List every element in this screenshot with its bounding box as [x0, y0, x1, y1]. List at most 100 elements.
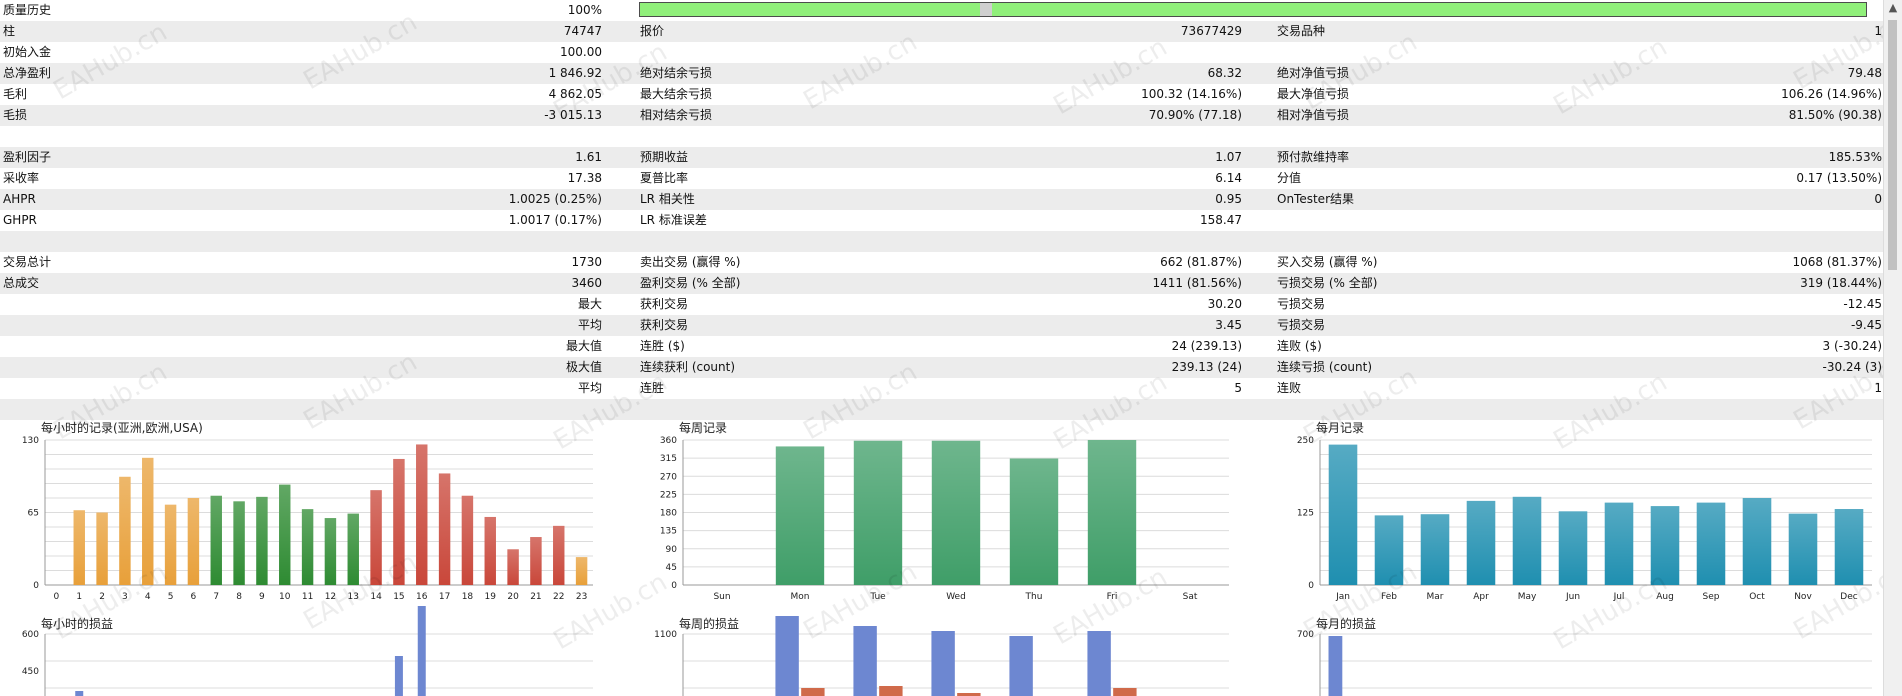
- stats-value-2: 100.32 (14.16%): [1141, 87, 1242, 101]
- stats-row: 柱 74747 报价 73677429 交易品种 1: [0, 21, 1884, 42]
- x-tick-label: 19: [485, 592, 497, 602]
- chart-bar-shine: [1696, 502, 1726, 585]
- y-tick-label: 0: [671, 581, 677, 591]
- scrollbar-thumb[interactable]: [1888, 20, 1897, 270]
- y-tick-label: 360: [660, 436, 677, 446]
- stats-value-1: 3460: [571, 276, 602, 290]
- stats-value-2: 3.45: [1215, 318, 1242, 332]
- x-tick-label: 21: [530, 592, 541, 602]
- stats-label-1: 盈利因子: [3, 150, 52, 164]
- vertical-scrollbar[interactable]: ▲: [1883, 0, 1902, 696]
- scroll-up-arrow-icon[interactable]: ▲: [1884, 0, 1902, 16]
- stats-value-2: 1.07: [1215, 150, 1242, 164]
- y-tick-label: 90: [666, 545, 678, 555]
- x-tick-label: Tue: [869, 592, 886, 602]
- x-tick-label: 20: [507, 592, 519, 602]
- stats-value-1: 1730: [571, 255, 602, 269]
- y-tick-label: 65: [28, 509, 39, 519]
- x-tick-label: Jan: [1335, 592, 1350, 602]
- stats-label-2: 连续获利 (count): [640, 360, 736, 374]
- y-tick-label: 700: [1297, 630, 1314, 640]
- stats-label-2: LR 标准误差: [640, 213, 707, 227]
- stats-label-3: 连败: [1277, 381, 1302, 395]
- chart-bar-shine: [1558, 511, 1588, 585]
- stats-value-1: 74747: [563, 24, 602, 38]
- stats-label-3: 最大净值亏损: [1277, 87, 1350, 101]
- chart-bar: [1087, 631, 1111, 696]
- x-tick-label: 9: [259, 592, 265, 602]
- stats-value-3: -9.45: [1850, 318, 1882, 332]
- stats-value-2: 68.32: [1207, 66, 1242, 80]
- quality-progress-fill: [640, 3, 1866, 16]
- stats-label-1: 毛损: [3, 108, 28, 122]
- stats-row: 极大值 连续获利 (count) 239.13 (24) 连续亏损 (count) -3…: [0, 357, 1884, 378]
- chart-bar-shine: [1328, 444, 1358, 585]
- stats-value-1: 1.0025 (0.25%): [508, 192, 602, 206]
- stats-label-2: 相对结余亏损: [640, 108, 713, 122]
- stats-value-2: 24 (239.13): [1171, 339, 1242, 353]
- chart-bar: [775, 616, 799, 696]
- chart-bar-shine: [1466, 500, 1496, 585]
- stats-row: 最大 获利交易 30.20 亏损交易 -12.45: [0, 294, 1884, 315]
- stats-value-1: -3 015.13: [544, 108, 602, 122]
- stats-value-3: -30.24 (3): [1822, 360, 1883, 374]
- stats-value-3: 0.17 (13.50%): [1796, 171, 1882, 185]
- stats-value-2: 1411 (81.56%): [1152, 276, 1242, 290]
- chart-bar-shine: [853, 440, 903, 585]
- y-tick-label: 180: [660, 509, 677, 519]
- stats-row: 总成交 3460 盈利交易 (% 全部) 1411 (81.56%) 亏损交易 (% 全…: [0, 273, 1884, 294]
- x-tick-label: Mon: [791, 592, 810, 602]
- stats-value-2: 158.47: [1200, 213, 1242, 227]
- quality-label: 质量历史: [3, 3, 52, 17]
- stats-label-3: 绝对净值亏损: [1277, 66, 1350, 80]
- stats-value-1: 1.61: [575, 150, 602, 164]
- stats-label-1: 毛利: [3, 87, 28, 101]
- stats-label-1: 最大值: [565, 339, 602, 353]
- chart-bar-shine: [484, 516, 496, 585]
- y-tick-label: 125: [1297, 509, 1314, 519]
- chart-bar-shine: [931, 440, 981, 585]
- quality-value: 100%: [567, 3, 602, 17]
- chart-bar-shine: [1604, 502, 1634, 585]
- x-tick-label: Wed: [946, 592, 966, 602]
- x-tick-label: 2: [99, 592, 105, 602]
- stats-label-2: LR 相关性: [640, 192, 695, 206]
- chart-title: 每小时的损益: [41, 616, 113, 631]
- x-tick-label: 7: [213, 592, 219, 602]
- stats-value-3: 0: [1874, 192, 1882, 206]
- stats-label-3: 亏损交易: [1277, 297, 1326, 311]
- stats-label-1: AHPR: [3, 192, 36, 206]
- stats-label-1: 初始入金: [3, 45, 52, 59]
- y-tick-label: 225: [660, 490, 677, 500]
- chart-bar-shine: [530, 537, 542, 585]
- x-tick-label: Sat: [1183, 592, 1198, 602]
- x-tick-label: 8: [236, 592, 242, 602]
- x-tick-label: 17: [439, 592, 450, 602]
- stats-row: 盈利因子 1.61 预期收益 1.07 预付款维持率 185.53%: [0, 147, 1884, 168]
- x-tick-label: Apr: [1473, 592, 1489, 602]
- chart-bar-shine: [461, 495, 474, 585]
- chart-bar-shine: [96, 512, 108, 585]
- stats-value-3: 81.50% (90.38): [1788, 108, 1882, 122]
- chart-bar-shine: [1420, 514, 1450, 585]
- stats-value-1: 1 846.92: [548, 66, 602, 80]
- stats-value-2: 73677429: [1180, 24, 1242, 38]
- stats-value-2: 5: [1234, 381, 1242, 395]
- chart-bar-shine: [393, 458, 405, 585]
- stats-row: AHPR 1.0025 (0.25%) LR 相关性 0.95 OnTester结果 0: [0, 189, 1884, 210]
- chart-bar-shine: [233, 501, 245, 585]
- chart-bar: [853, 626, 877, 696]
- stats-value-3: 1: [1874, 381, 1882, 395]
- stats-label-1: GHPR: [3, 213, 37, 227]
- stats-row: 毛利 4 862.05 最大结余亏损 100.32 (14.16%) 最大净值亏损 106…: [0, 84, 1884, 105]
- chart-title: 每周的损益: [679, 616, 739, 631]
- chart-bar: [879, 686, 903, 696]
- x-tick-label: Feb: [1381, 592, 1397, 602]
- chart-bar-shine: [1742, 498, 1772, 585]
- stats-value-1: 17.38: [567, 171, 602, 185]
- x-tick-label: Jul: [1613, 592, 1625, 602]
- chart-bar-shine: [256, 496, 268, 585]
- stats-row: 毛损 -3 015.13 相对结余亏损 70.90% (77.18) 相对净值亏损 81.…: [0, 105, 1884, 126]
- stats-label-2: 绝对结余亏损: [640, 66, 713, 80]
- chart-bar-shine: [164, 504, 177, 585]
